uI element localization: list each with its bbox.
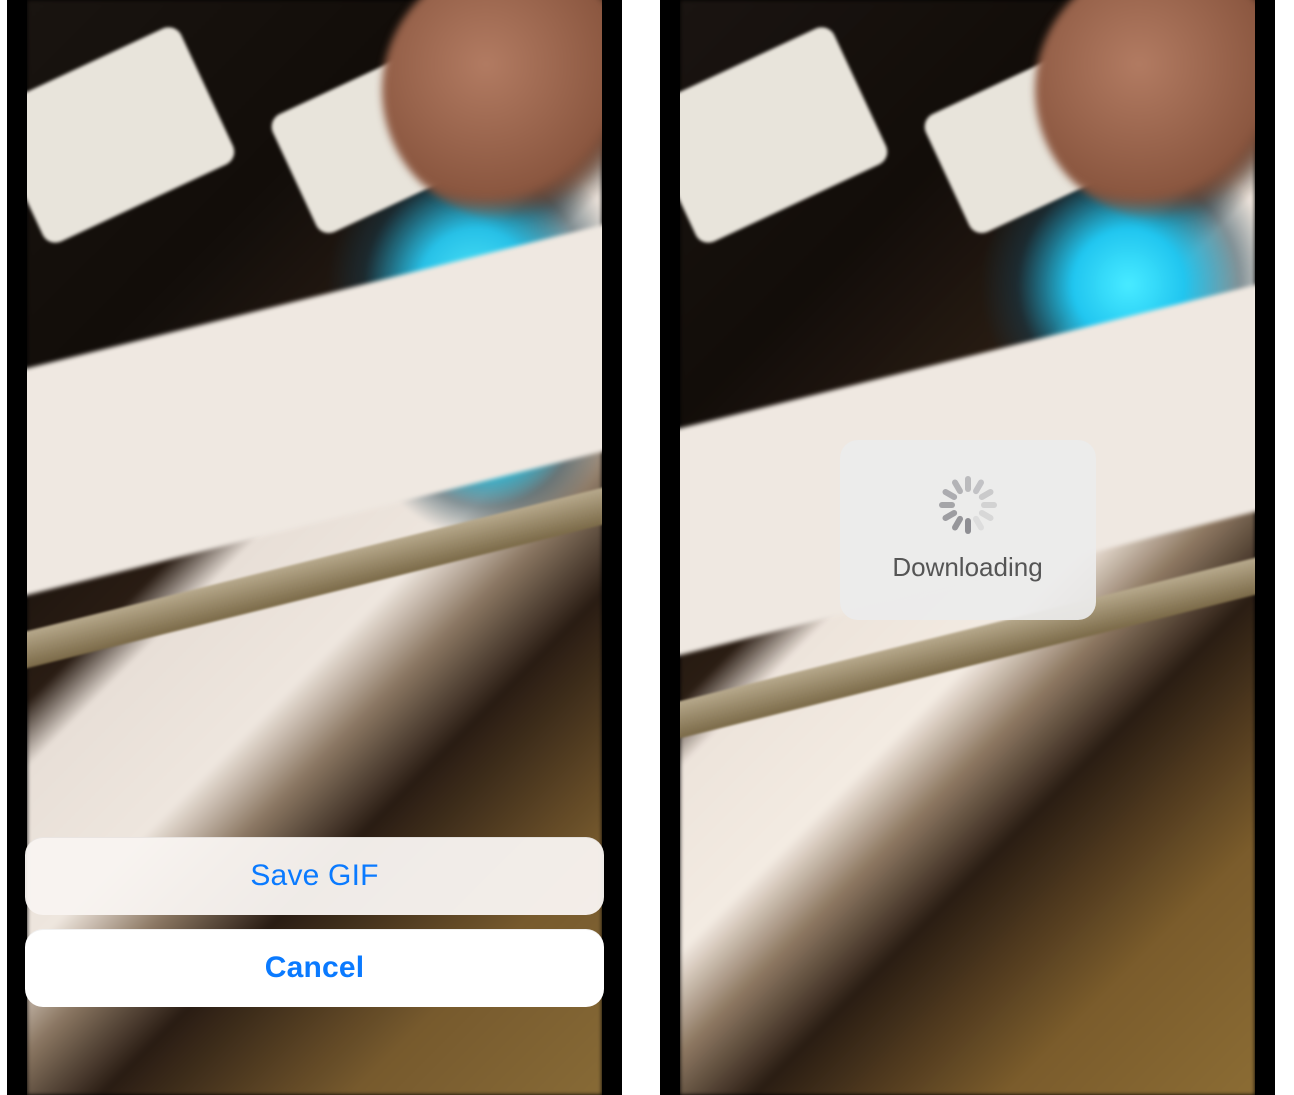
cancel-button[interactable]: Cancel <box>25 929 604 1007</box>
hud-status-label: Downloading <box>892 552 1042 583</box>
phone-screen-right: Downloading <box>660 0 1275 1095</box>
progress-hud: Downloading <box>840 440 1096 620</box>
spinner-icon <box>939 476 997 534</box>
phone-screen-left: Save GIF Cancel <box>7 0 622 1095</box>
action-sheet-options: Save GIF <box>25 837 604 915</box>
save-gif-button[interactable]: Save GIF <box>25 837 604 915</box>
action-sheet-cancel-group: Cancel <box>25 929 604 1007</box>
action-sheet: Save GIF Cancel <box>25 837 604 1007</box>
comparison-stage: Save GIF Cancel Downloading <box>0 0 1294 1095</box>
